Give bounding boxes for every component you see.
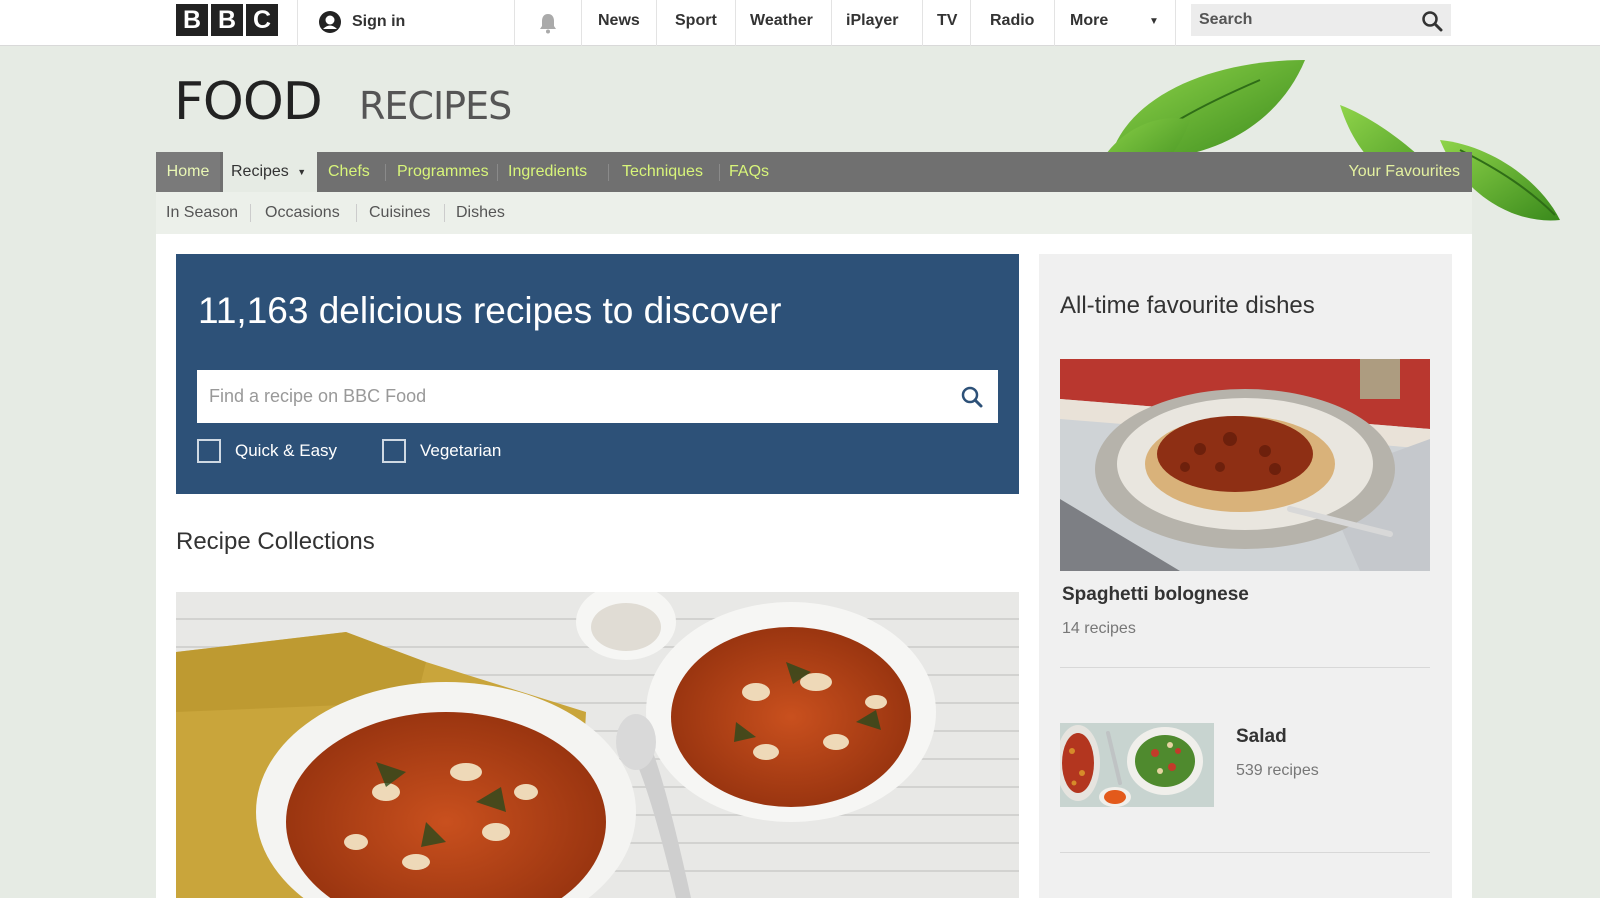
filter-quick-easy-label: Quick & Easy	[235, 441, 338, 460]
recipe-search-input[interactable]: Find a recipe on BBC Food	[197, 370, 998, 423]
subnav-dishes[interactable]: Dishes	[456, 204, 505, 222]
soup-bowls-image	[176, 592, 1019, 898]
bbc-logo-letter: B	[176, 4, 208, 36]
subnav-occasions[interactable]: Occasions	[265, 204, 340, 222]
food-main-nav: Home Recipes ▼ Chefs Programmes Ingredie…	[156, 152, 1472, 192]
divider	[1060, 667, 1430, 668]
nav-radio[interactable]: Radio	[990, 12, 1034, 30]
dish-recipe-count: 539 recipes	[1236, 762, 1319, 779]
divider	[719, 164, 720, 181]
salad-image[interactable]	[1060, 723, 1214, 807]
nav-faqs[interactable]: FAQs	[729, 152, 769, 192]
bbc-logo[interactable]: B B C	[176, 4, 278, 36]
subnav-in-season[interactable]: In Season	[166, 204, 238, 222]
nav-weather[interactable]: Weather	[750, 12, 813, 30]
nav-recipes-label: Recipes	[231, 163, 289, 181]
nav-home[interactable]: Home	[156, 152, 220, 192]
checkbox[interactable]	[382, 439, 406, 463]
nav-programmes[interactable]: Programmes	[397, 152, 489, 192]
sign-in-label: Sign in	[352, 13, 406, 30]
divider	[922, 0, 923, 46]
divider	[608, 164, 609, 181]
page-title[interactable]: FOOD	[174, 72, 323, 132]
search-icon[interactable]	[960, 385, 984, 409]
recipes-sub-nav: In Season Occasions Cuisines Dishes	[156, 192, 1472, 234]
nav-iplayer[interactable]: iPlayer	[846, 12, 898, 30]
search-placeholder: Search	[1199, 11, 1253, 28]
subnav-cuisines[interactable]: Cuisines	[369, 204, 430, 222]
divider	[1060, 852, 1430, 853]
recipe-collections-heading: Recipe Collections	[176, 528, 375, 555]
dish-title-spaghetti-bolognese[interactable]: Spaghetti bolognese	[1062, 584, 1249, 606]
dish-title-salad[interactable]: Salad	[1236, 726, 1287, 748]
divider	[514, 0, 515, 46]
checkbox[interactable]	[197, 439, 221, 463]
dish-recipe-count: 14 recipes	[1062, 620, 1136, 637]
search-icon[interactable]	[1421, 10, 1443, 32]
divider	[831, 0, 832, 46]
bbc-global-bar: B B C Sign in News Sport Weather iPlayer…	[0, 0, 1600, 46]
nav-recipes[interactable]: Recipes ▼	[223, 152, 317, 192]
divider	[385, 164, 386, 181]
divider	[497, 164, 498, 181]
chevron-down-icon: ▼	[297, 167, 307, 177]
nav-your-favourites[interactable]: Your Favourites	[1349, 152, 1460, 192]
divider	[1054, 0, 1055, 46]
divider	[444, 204, 445, 222]
nav-techniques[interactable]: Techniques	[622, 152, 703, 192]
user-icon	[319, 11, 341, 33]
favourite-dishes-sidebar: All-time favourite dishes Spaghetti bolo…	[1039, 254, 1452, 898]
nav-ingredients[interactable]: Ingredients	[508, 152, 587, 192]
nav-sport[interactable]: Sport	[675, 12, 717, 30]
page-subtitle: RECIPES	[359, 84, 512, 128]
nav-chefs[interactable]: Chefs	[328, 152, 370, 192]
salad-photo	[1060, 723, 1214, 807]
bell-icon[interactable]	[538, 12, 558, 34]
nav-tv[interactable]: TV	[937, 12, 957, 30]
recipe-search-hero: 11,163 delicious recipes to discover Fin…	[176, 254, 1019, 494]
filter-vegetarian-label: Vegetarian	[420, 441, 502, 460]
divider	[297, 0, 298, 46]
chevron-down-icon[interactable]: ▼	[1149, 16, 1159, 27]
nav-more[interactable]: More	[1070, 12, 1108, 30]
hero-headline: 11,163 delicious recipes to discover	[198, 290, 782, 331]
spaghetti-bolognese-image[interactable]	[1060, 359, 1430, 571]
filter-quick-easy[interactable]: Quick & Easy	[197, 439, 337, 463]
divider	[1175, 0, 1176, 46]
filter-vegetarian[interactable]: Vegetarian	[382, 439, 501, 463]
bbc-logo-letter: B	[211, 4, 243, 36]
bbc-search-input[interactable]: Search	[1191, 4, 1451, 36]
divider	[250, 204, 251, 222]
collection-image[interactable]	[176, 592, 1019, 898]
divider	[356, 204, 357, 222]
nav-news[interactable]: News	[598, 12, 640, 30]
divider	[735, 0, 736, 46]
spaghetti-bolognese-photo	[1060, 359, 1430, 571]
divider	[581, 0, 582, 46]
bbc-logo-letter: C	[246, 4, 278, 36]
recipe-search-placeholder: Find a recipe on BBC Food	[209, 386, 427, 406]
sidebar-title: All-time favourite dishes	[1060, 292, 1315, 319]
divider	[656, 0, 657, 46]
divider	[970, 0, 971, 46]
sign-in-link[interactable]: Sign in	[318, 10, 405, 34]
